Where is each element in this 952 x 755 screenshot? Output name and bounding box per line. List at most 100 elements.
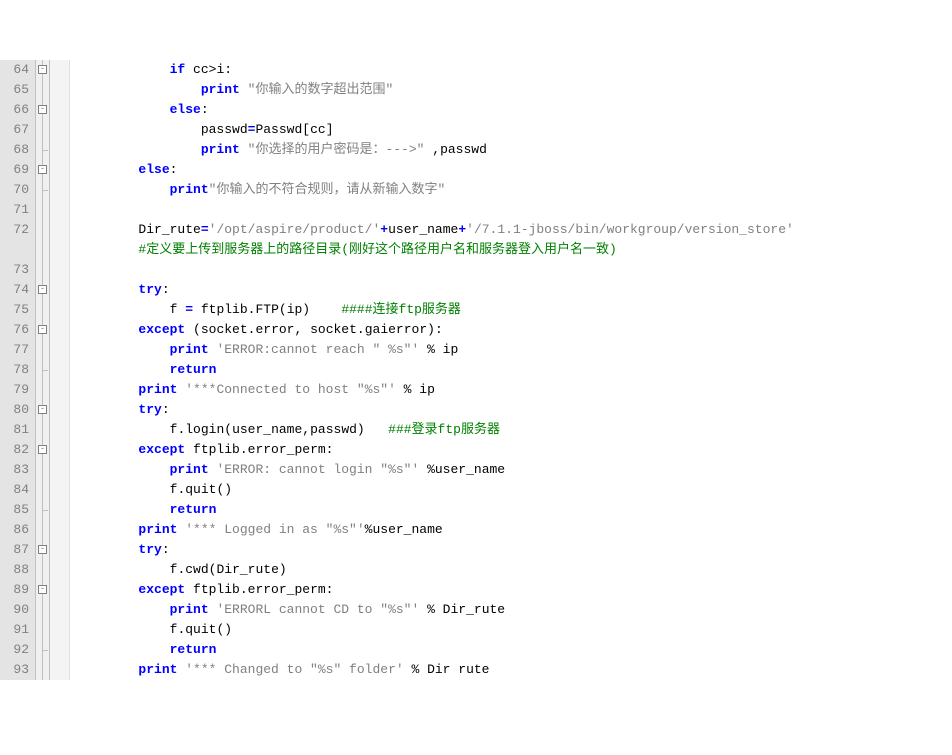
code-token: ] <box>326 122 334 137</box>
margin-cell <box>50 60 69 80</box>
code-token: '*** Logged in as "%s"' <box>185 522 364 537</box>
code-line[interactable]: except ftplib.error_perm: <box>76 580 952 600</box>
code-line[interactable]: Dir_rute='/opt/aspire/product/'+user_nam… <box>76 220 952 240</box>
code-editor[interactable]: 6465666768697071727374757677787980818283… <box>0 60 952 680</box>
code-line[interactable] <box>76 200 952 220</box>
code-line[interactable]: return <box>76 360 952 380</box>
fold-row[interactable]: - <box>36 580 49 600</box>
code-token: try <box>138 402 161 417</box>
fold-row[interactable]: - <box>36 160 49 180</box>
code-line[interactable]: print"你输入的不符合规则，请从新输入数字" <box>76 180 952 200</box>
code-line[interactable]: print "你选择的用户密码是：--->" ,passwd <box>76 140 952 160</box>
fold-row <box>36 260 49 280</box>
fold-row[interactable]: - <box>36 60 49 80</box>
code-line[interactable] <box>76 260 952 280</box>
fold-row[interactable]: - <box>36 540 49 560</box>
code-token: : <box>170 162 178 177</box>
fold-collapse-icon[interactable]: - <box>38 325 47 334</box>
fold-collapse-icon[interactable]: - <box>38 65 47 74</box>
code-token: print <box>201 82 248 97</box>
fold-row <box>36 340 49 360</box>
code-line[interactable]: f = ftplib.FTP(ip) ####连接ftp服务器 <box>76 300 952 320</box>
code-token: ftplib <box>193 442 240 457</box>
line-number: 79 <box>0 380 29 400</box>
code-line[interactable]: return <box>76 640 952 660</box>
code-line[interactable]: except ftplib.error_perm: <box>76 440 952 460</box>
code-token: f <box>170 622 178 637</box>
code-line[interactable]: print '*** Logged in as "%s"'%user_name <box>76 520 952 540</box>
code-line[interactable]: f.login(user_name,passwd) ###登录ftp服务器 <box>76 420 952 440</box>
code-token: return <box>170 362 217 377</box>
line-number: 68 <box>0 140 29 160</box>
code-line[interactable]: f.quit() <box>76 480 952 500</box>
fold-row[interactable]: - <box>36 320 49 340</box>
code-token: : <box>201 102 209 117</box>
code-line[interactable]: return <box>76 500 952 520</box>
line-number: 72 <box>0 220 29 240</box>
fold-gutter[interactable]: - - - - - - - - - <box>36 60 50 680</box>
code-token: [ <box>302 122 310 137</box>
margin-cell <box>50 160 69 180</box>
fold-row[interactable]: - <box>36 280 49 300</box>
line-number: 64 <box>0 60 29 80</box>
code-line[interactable]: print '*** Changed to "%s" folder' % Dir… <box>76 660 952 680</box>
code-token: print <box>170 462 217 477</box>
code-token: f <box>170 302 186 317</box>
code-line[interactable]: print '***Connected to host "%s"' % ip <box>76 380 952 400</box>
line-number: 65 <box>0 80 29 100</box>
code-area[interactable]: if cc>i: print "你输入的数字超出范围" else: passwd… <box>70 60 952 680</box>
margin-cell <box>50 400 69 420</box>
fold-row <box>36 640 49 660</box>
code-token: error_perm <box>248 442 326 457</box>
code-line[interactable]: f.quit() <box>76 620 952 640</box>
code-line[interactable]: print 'ERRORL cannot CD to "%s"' % Dir_r… <box>76 600 952 620</box>
fold-collapse-icon[interactable]: - <box>38 285 47 294</box>
margin-cell <box>50 560 69 580</box>
code-token: ) <box>357 422 365 437</box>
margin-cell <box>50 540 69 560</box>
code-line[interactable]: try: <box>76 280 952 300</box>
margin-cell <box>50 440 69 460</box>
code-token: print <box>138 662 185 677</box>
code-token: = <box>201 222 209 237</box>
code-token: % ip <box>419 342 458 357</box>
margin-cell <box>50 140 69 160</box>
code-line[interactable]: f.cwd(Dir_rute) <box>76 560 952 580</box>
fold-collapse-icon[interactable]: - <box>38 105 47 114</box>
code-line[interactable]: passwd=Passwd[cc] <box>76 120 952 140</box>
code-token: gaierror <box>365 322 427 337</box>
code-line[interactable]: print 'ERROR: cannot login "%s"' %user_n… <box>76 460 952 480</box>
fold-row <box>36 120 49 140</box>
fold-row <box>36 200 49 220</box>
code-token: : <box>162 402 170 417</box>
fold-collapse-icon[interactable]: - <box>38 585 47 594</box>
fold-row[interactable]: - <box>36 100 49 120</box>
margin-cell <box>50 500 69 520</box>
fold-row[interactable]: - <box>36 440 49 460</box>
fold-row <box>36 660 49 680</box>
code-line[interactable]: except (socket.error, socket.gaierror): <box>76 320 952 340</box>
code-token: "你输入的不符合规则，请从新输入数字" <box>209 182 446 197</box>
code-line[interactable]: else: <box>76 100 952 120</box>
fold-collapse-icon[interactable]: - <box>38 545 47 554</box>
fold-row <box>36 140 49 160</box>
fold-collapse-icon[interactable]: - <box>38 165 47 174</box>
fold-row[interactable]: - <box>36 400 49 420</box>
code-token: "你输入的数字超出范围" <box>248 82 394 97</box>
code-line[interactable]: else: <box>76 160 952 180</box>
code-line[interactable]: print 'ERROR:cannot reach " %s"' % ip <box>76 340 952 360</box>
line-number: 66 <box>0 100 29 120</box>
code-line[interactable]: if cc>i: <box>76 60 952 80</box>
code-token: "你选择的用户密码是：--->" <box>248 142 433 157</box>
code-line[interactable]: try: <box>76 400 952 420</box>
code-line[interactable]: try: <box>76 540 952 560</box>
code-line[interactable]: print "你输入的数字超出范围" <box>76 80 952 100</box>
fold-collapse-icon[interactable]: - <box>38 405 47 414</box>
code-token: else <box>170 102 201 117</box>
line-number: 91 <box>0 620 29 640</box>
fold-collapse-icon[interactable]: - <box>38 445 47 454</box>
line-number: 71 <box>0 200 29 220</box>
code-line[interactable]: #定义要上传到服务器上的路径目录(刚好这个路径用户名和服务器登入用户名一致) <box>76 240 952 260</box>
code-token: cc <box>310 122 326 137</box>
line-number: 86 <box>0 520 29 540</box>
